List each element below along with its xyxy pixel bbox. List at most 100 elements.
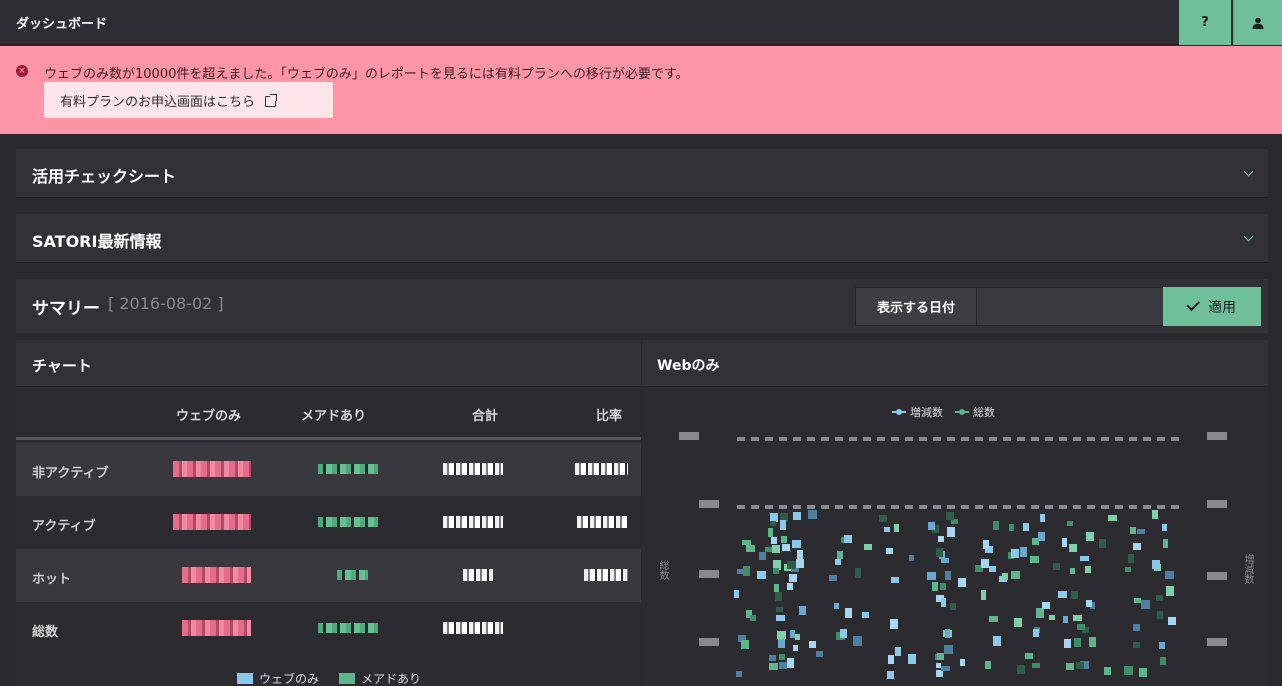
gridline-dash [737,505,745,509]
data-point [779,662,787,669]
table-header: ウェブのみ メアドあり 合計 比率 [16,388,641,440]
data-point [1032,663,1040,668]
data-point [1168,617,1176,625]
row-label: アクティブ [32,519,96,534]
news-title: SATORI最新情報 [32,232,162,251]
data-point [1125,567,1131,572]
gridline-dash [1115,505,1123,509]
checksheet-panel[interactable]: 活用チェックシート [16,149,1268,198]
data-point [737,569,744,574]
data-point [993,521,999,530]
cell-value [443,622,503,634]
data-point [960,659,965,666]
data-point [770,521,776,526]
data-point [793,512,801,520]
apply-button[interactable]: 適用 [1163,287,1261,326]
gridline-dash [919,437,927,441]
data-point [775,592,782,601]
page-title: ダッシュボード [16,17,108,32]
data-point [853,636,862,646]
data-point [799,606,806,615]
data-point [1038,532,1045,541]
help-button[interactable]: ? [1179,0,1231,45]
data-point [1053,563,1060,570]
gridline-dash [863,437,871,441]
cell-value [182,567,251,583]
cell-value [318,464,378,474]
row-label: ホット [32,572,72,587]
user-button[interactable] [1233,0,1282,45]
gridline-dash [1157,437,1165,441]
summary-date: [ 2016-08-02 ] [108,294,224,313]
gridline-dash [919,505,927,509]
data-point [940,583,946,590]
data-point [947,527,955,537]
data-point [993,636,1001,646]
data-point [1152,560,1160,569]
chart-title: チャート [32,357,92,375]
data-point [1073,615,1082,621]
data-point [1104,667,1111,675]
data-point [1069,544,1077,552]
gridline-dash [821,505,829,509]
gridline-dash [1031,505,1039,509]
row-label: 総数 [32,625,59,640]
data-point [1067,521,1073,526]
axis-tick-label [1207,500,1227,508]
data-point [741,640,749,649]
cell-value [463,569,493,581]
data-point [809,641,816,648]
gridline-dash [1045,437,1053,441]
data-point [757,571,766,579]
col-ratio: 比率 [596,409,623,424]
data-point [770,513,778,522]
news-panel[interactable]: SATORI最新情報 [16,214,1268,263]
row-label: 非アクティブ [32,466,109,481]
col-total: 合計 [472,409,499,424]
legend-label: メアドあり [361,672,422,686]
table-row: アクティブ [16,496,641,549]
data-point [1152,510,1158,519]
data-point [776,615,785,621]
data-point [909,555,914,561]
data-point [887,671,894,679]
summary-title: サマリー [32,299,100,319]
data-point [789,574,797,582]
date-input[interactable] [976,287,1164,326]
data-point [1141,600,1150,609]
paid-plan-link[interactable]: 有料プランのお申込画面はこちら [44,82,333,118]
data-point [862,612,869,618]
data-point [736,671,742,677]
gridline-dash [1101,437,1109,441]
data-point [1134,598,1141,603]
data-point [937,653,944,660]
data-point [1032,538,1039,545]
data-point [1130,527,1136,534]
cell-value [577,516,628,528]
data-point [840,629,847,638]
external-link-icon [265,94,278,107]
data-point [816,651,823,657]
data-point [891,577,899,583]
data-point [776,607,783,612]
axis-tick-label [1207,638,1227,646]
gridline-dash [793,437,801,441]
gridline-dash [849,505,857,509]
cell-value [182,620,251,636]
alert-banner: × ウェブのみ数が10000件を超えました。「ウェブのみ」のレポートを見るには有… [0,46,1282,134]
data-point [837,551,843,559]
error-icon: × [16,65,28,77]
data-point [936,663,941,668]
data-point [946,512,954,520]
data-point [782,544,790,551]
data-point [769,663,778,670]
data-point [1025,653,1033,659]
data-point [1014,618,1022,627]
gridline-dash [807,437,815,441]
data-point [1139,668,1147,677]
gridline-dash [807,505,815,509]
gridline-dash [779,505,787,509]
data-point [1017,665,1025,674]
data-point [1040,514,1045,522]
data-point [771,537,777,544]
